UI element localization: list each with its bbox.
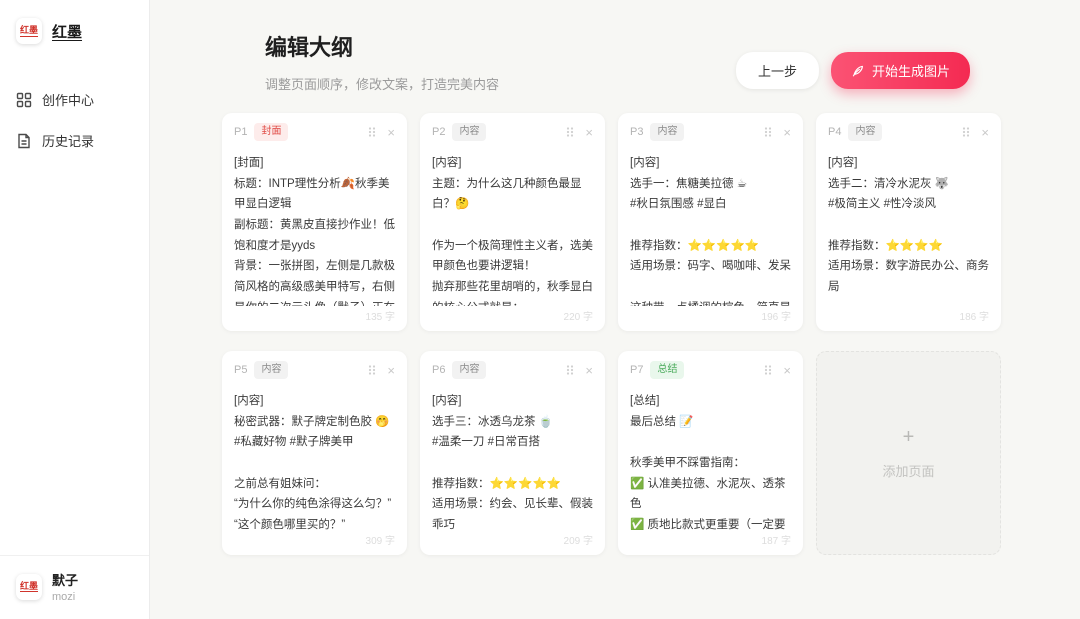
card-header: P7 总结 × [630,361,791,379]
drag-handle-icon[interactable] [763,126,773,138]
card-content-text[interactable]: [总结] 最后总结 📝 秋季美甲不踩雷指南： ✅ 认准美拉德、水泥灰、透茶色 ✅… [630,391,791,530]
card-header: P4 内容 × [828,123,989,141]
outline-card: P2 内容 × [内容] 主题：为什么这几种颜色最显白？🤔 作为一个极简理性主义… [420,113,605,331]
word-count: 209 字 [432,532,593,547]
generate-images-button[interactable]: 开始生成图片 [831,52,970,89]
outline-card: P6 内容 × [内容] 选手三：冰透乌龙茶 🍵 #温柔一刀 #日常百搭 推荐指… [420,351,605,555]
add-page-card[interactable]: + 添加页面 [816,351,1001,555]
user-name: 默子 [52,570,78,589]
drag-handle-icon[interactable] [565,364,575,376]
drag-handle-icon[interactable] [565,126,575,138]
card-id: P2 [432,126,445,138]
card-id: P1 [234,126,247,138]
plus-icon: + [903,426,915,449]
close-icon[interactable]: × [585,126,593,139]
card-header: P3 内容 × [630,123,791,141]
word-count: 309 字 [234,532,395,547]
card-content-text[interactable]: [内容] 主题：为什么这几种颜色最显白？🤔 作为一个极简理性主义者，选美甲颜色也… [432,153,593,306]
word-count: 187 字 [630,532,791,547]
header-actions: 上一步 开始生成图片 [736,52,970,89]
card-tag-badge: 内容 [650,123,684,141]
card-content-text[interactable]: [内容] 选手二：清冷水泥灰 🐺 #极简主义 #性冷淡风 推荐指数：⭐⭐⭐⭐ 适… [828,153,989,306]
card-id: P4 [828,126,841,138]
outline-card: P5 内容 × [内容] 秘密武器：默子牌定制色胶 🤭 #私藏好物 #默子牌美甲… [222,351,407,555]
word-count: 186 字 [828,308,989,323]
brand-logo-icon: 红墨 [16,18,42,44]
card-tag-badge: 内容 [452,361,486,379]
outline-card: P3 内容 × [内容] 选手一：焦糖美拉德 ☕ #秋日氛围感 #显白 推荐指数… [618,113,803,331]
sidebar: 红墨 红墨 创作中心 [0,0,150,619]
brand[interactable]: 红墨 红墨 [0,0,149,44]
grid-icon [16,92,32,108]
word-count: 196 字 [630,308,791,323]
card-tag-badge: 总结 [650,361,684,379]
card-header: P5 内容 × [234,361,395,379]
close-icon[interactable]: × [981,126,989,139]
card-tag-badge: 内容 [452,123,486,141]
quill-icon [851,64,865,78]
sidebar-item-creation-center[interactable]: 创作中心 [0,82,149,117]
close-icon[interactable]: × [783,364,791,377]
avatar: 红墨 [16,574,42,600]
add-page-label: 添加页面 [882,461,934,480]
drag-handle-icon[interactable] [961,126,971,138]
history-doc-icon [16,133,32,149]
user-meta: 默子 mozi [52,570,78,603]
drag-handle-icon[interactable] [763,364,773,376]
outline-cards-grid: P1 封面 × [封面] 标题：INTP理性分析🍂秋季美甲显白逻辑 副标题：黄黑… [222,113,1001,555]
main-area: 编辑大纲 调整页面顺序，修改文案，打造完美内容 上一步 开始生成图片 P1 封面 [150,0,1080,619]
card-id: P3 [630,126,643,138]
card-tag-badge: 内容 [848,123,882,141]
word-count: 220 字 [432,308,593,323]
card-tag-badge: 封面 [254,123,288,141]
card-content-text[interactable]: [内容] 选手一：焦糖美拉德 ☕ #秋日氛围感 #显白 推荐指数：⭐⭐⭐⭐⭐ 适… [630,153,791,306]
card-content-text[interactable]: [内容] 秘密武器：默子牌定制色胶 🤭 #私藏好物 #默子牌美甲 之前总有姐妹问… [234,391,395,530]
card-header: P6 内容 × [432,361,593,379]
user-profile[interactable]: 红墨 默子 mozi [0,555,149,619]
card-id: P6 [432,364,445,376]
previous-step-button[interactable]: 上一步 [736,52,819,89]
sidebar-nav: 创作中心 历史记录 [0,82,149,158]
drag-handle-icon[interactable] [367,126,377,138]
card-id: P7 [630,364,643,376]
close-icon[interactable]: × [387,364,395,377]
card-header: P2 内容 × [432,123,593,141]
close-icon[interactable]: × [585,364,593,377]
card-id: P5 [234,364,247,376]
sidebar-item-label: 创作中心 [42,90,94,109]
card-content-text[interactable]: [内容] 选手三：冰透乌龙茶 🍵 #温柔一刀 #日常百搭 推荐指数：⭐⭐⭐⭐⭐ … [432,391,593,530]
close-icon[interactable]: × [783,126,791,139]
card-tag-badge: 内容 [254,361,288,379]
card-content-text[interactable]: [封面] 标题：INTP理性分析🍂秋季美甲显白逻辑 副标题：黄黑皮直接抄作业！低… [234,153,395,306]
drag-handle-icon[interactable] [367,364,377,376]
user-handle: mozi [52,591,78,603]
card-header: P1 封面 × [234,123,395,141]
outline-card: P1 封面 × [封面] 标题：INTP理性分析🍂秋季美甲显白逻辑 副标题：黄黑… [222,113,407,331]
word-count: 135 字 [234,308,395,323]
outline-card: P7 总结 × [总结] 最后总结 📝 秋季美甲不踩雷指南： ✅ 认准美拉德、水… [618,351,803,555]
app-root: 红墨 红墨 创作中心 [0,0,1080,619]
close-icon[interactable]: × [387,126,395,139]
brand-name: 红墨 [52,21,82,42]
sidebar-item-history[interactable]: 历史记录 [0,123,149,158]
outline-card: P4 内容 × [内容] 选手二：清冷水泥灰 🐺 #极简主义 #性冷淡风 推荐指… [816,113,1001,331]
sidebar-item-label: 历史记录 [42,131,94,150]
